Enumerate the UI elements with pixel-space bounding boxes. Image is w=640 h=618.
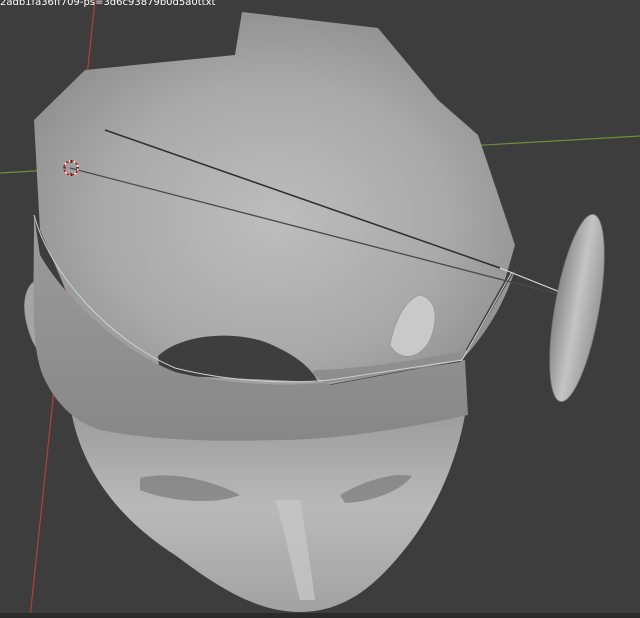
ellipse-disc xyxy=(549,213,605,403)
scene-canvas[interactable] xyxy=(0,0,640,618)
3d-viewport[interactable]: 2adb1fa36ff709-ps=3d6c93879b0d5a0ttxt xyxy=(0,0,640,618)
viewport-bottom-border xyxy=(0,613,640,618)
overlay-filename-text: 2adb1fa36ff709-ps=3d6c93879b0d5a0ttxt xyxy=(0,0,216,8)
